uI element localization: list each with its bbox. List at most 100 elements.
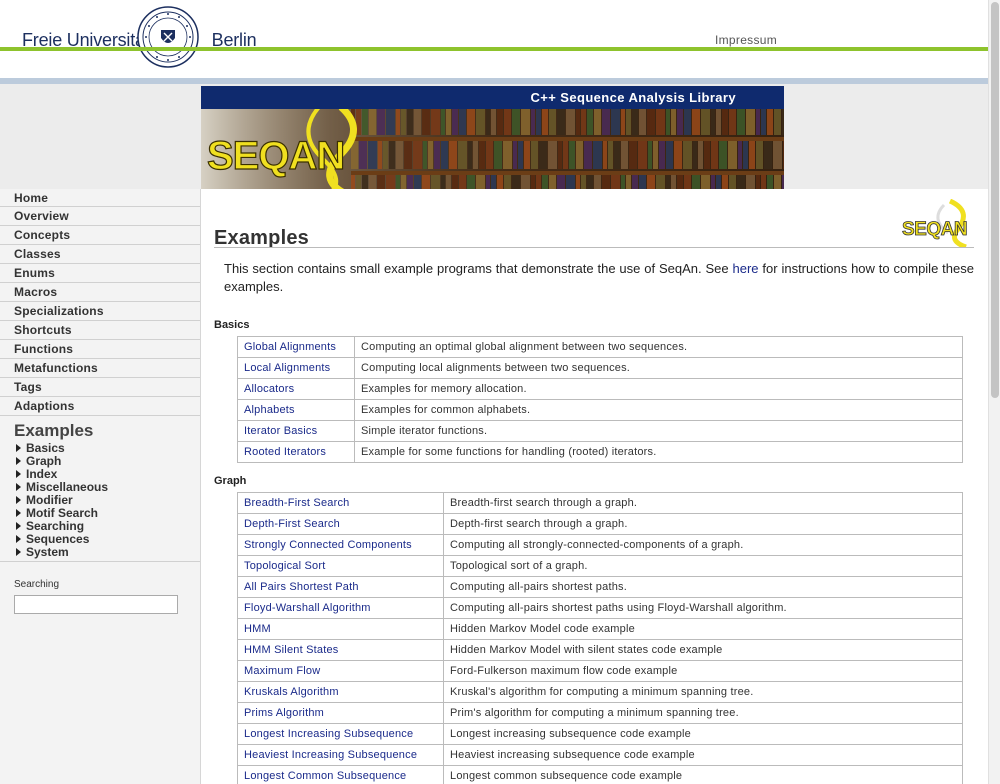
sidebar-item-specializations[interactable]: Specializations bbox=[0, 302, 200, 321]
book-spine bbox=[782, 173, 784, 189]
book-spine bbox=[536, 109, 541, 135]
sidebar-subitem-system[interactable]: System bbox=[0, 546, 200, 559]
example-name-cell: Iterator Basics bbox=[237, 420, 355, 442]
example-link[interactable]: Rooted Iterators bbox=[244, 446, 326, 458]
example-description-cell: Computing all strongly-connected-compone… bbox=[443, 534, 963, 556]
compile-instructions-link[interactable]: here bbox=[733, 261, 759, 276]
book-spine bbox=[413, 139, 422, 169]
book-spine bbox=[729, 173, 736, 189]
sidebar-item-concepts[interactable]: Concepts bbox=[0, 226, 200, 245]
book-spine bbox=[362, 109, 368, 135]
table-row: Local Alignments Computing local alignmen… bbox=[237, 357, 963, 379]
table-row: Global Alignments Computing an optimal gl… bbox=[237, 336, 963, 358]
book-spine bbox=[473, 139, 478, 169]
table-row: Kruskals Algorithm Kruskal's algorithm fo… bbox=[237, 681, 963, 703]
table-row: Longest Increasing Subsequence Longest in… bbox=[237, 723, 963, 745]
example-link[interactable]: Depth-First Search bbox=[244, 518, 340, 530]
book-spine bbox=[368, 139, 377, 169]
sidebar-item-tags[interactable]: Tags bbox=[0, 378, 200, 397]
sidebar-item-adaptions[interactable]: Adaptions bbox=[0, 397, 200, 416]
impressum-link[interactable]: Impressum bbox=[715, 33, 777, 47]
example-name-cell: Longest Increasing Subsequence bbox=[237, 723, 444, 745]
example-link[interactable]: Heaviest Increasing Subsequence bbox=[244, 749, 417, 761]
example-link[interactable]: Global Alignments bbox=[244, 341, 336, 353]
book-spine bbox=[513, 139, 517, 169]
book-spine bbox=[773, 139, 782, 169]
example-link[interactable]: Local Alignments bbox=[244, 362, 330, 374]
sidebar-item-classes[interactable]: Classes bbox=[0, 245, 200, 264]
example-name-cell: Floyd-Warshall Algorithm bbox=[237, 597, 444, 619]
book-spine bbox=[666, 139, 673, 169]
book-spine bbox=[531, 109, 535, 135]
example-name-cell: Kruskals Algorithm bbox=[237, 681, 444, 703]
book-spine bbox=[602, 109, 610, 135]
example-link[interactable]: Longest Increasing Subsequence bbox=[244, 728, 413, 740]
book-spine bbox=[539, 139, 547, 169]
example-description-cell: Computing all-pairs shortest paths using… bbox=[443, 597, 963, 619]
table-row: Prims Algorithm Prim's algorithm for comp… bbox=[237, 702, 963, 724]
book-spine bbox=[594, 109, 601, 135]
vertical-scrollbar[interactable] bbox=[988, 0, 1000, 784]
book-spine bbox=[743, 139, 748, 169]
sidebar-item-metafunctions[interactable]: Metafunctions bbox=[0, 359, 200, 378]
book-spine bbox=[531, 139, 538, 169]
book-spine bbox=[434, 139, 440, 169]
book-spine bbox=[716, 109, 721, 135]
example-link[interactable]: All Pairs Shortest Path bbox=[244, 581, 359, 593]
example-description-cell: Topological sort of a graph. bbox=[443, 555, 963, 577]
table-row: Breadth-First Search Breadth-first search… bbox=[237, 492, 963, 514]
example-link[interactable]: Maximum Flow bbox=[244, 665, 320, 677]
sidebar-subitem-label: Basics bbox=[26, 441, 65, 455]
book-spine bbox=[452, 109, 458, 135]
book-spine bbox=[693, 139, 697, 169]
example-description-cell: Longest increasing subsequence code exam… bbox=[443, 723, 963, 745]
example-link[interactable]: Alphabets bbox=[244, 404, 295, 416]
example-link[interactable]: HMM bbox=[244, 623, 271, 635]
sidebar-item-home[interactable]: Home bbox=[0, 189, 200, 207]
book-spine bbox=[521, 109, 530, 135]
book-spine bbox=[722, 173, 728, 189]
sidebar-item-shortcuts[interactable]: Shortcuts bbox=[0, 321, 200, 340]
example-link[interactable]: Allocators bbox=[244, 383, 294, 395]
sidebar-item-overview[interactable]: Overview bbox=[0, 207, 200, 226]
example-link[interactable]: Strongly Connected Components bbox=[244, 539, 412, 551]
triangle-right-icon bbox=[16, 509, 21, 517]
sidebar-subitem-label: Miscellaneous bbox=[26, 480, 109, 494]
sidebar-subitem-label: System bbox=[26, 545, 69, 559]
example-link[interactable]: Kruskals Algorithm bbox=[244, 686, 339, 698]
intro-paragraph: This section contains small example prog… bbox=[224, 260, 974, 296]
book-spine bbox=[749, 139, 755, 169]
example-link[interactable]: Prims Algorithm bbox=[244, 707, 324, 719]
sidebar-subitem-label: Sequences bbox=[26, 532, 90, 546]
book-spine bbox=[422, 109, 430, 135]
example-link[interactable]: Breadth-First Search bbox=[244, 497, 349, 509]
example-link[interactable]: Longest Common Subsequence bbox=[244, 770, 406, 782]
book-spine bbox=[396, 139, 403, 169]
book-spine bbox=[774, 173, 781, 189]
example-link[interactable]: Iterator Basics bbox=[244, 425, 317, 437]
example-link[interactable]: Topological Sort bbox=[244, 560, 325, 572]
triangle-right-icon bbox=[16, 548, 21, 556]
table-row: Rooted Iterators Example for some functio… bbox=[237, 441, 963, 463]
scrollbar-thumb[interactable] bbox=[991, 2, 999, 398]
book-spine bbox=[351, 173, 355, 189]
sidebar-current-section[interactable]: Examples bbox=[0, 416, 200, 442]
book-spine bbox=[449, 139, 457, 169]
book-spine bbox=[459, 173, 466, 189]
book-spine bbox=[356, 173, 361, 189]
book-spine bbox=[414, 109, 421, 135]
book-spine bbox=[362, 173, 368, 189]
triangle-right-icon bbox=[16, 470, 21, 478]
search-input[interactable] bbox=[14, 595, 178, 614]
book-spine bbox=[441, 139, 448, 169]
banner-title: C++ Sequence Analysis Library bbox=[530, 90, 736, 105]
example-name-cell: Rooted Iterators bbox=[237, 441, 355, 463]
sidebar-item-enums[interactable]: Enums bbox=[0, 264, 200, 283]
sidebar-item-functions[interactable]: Functions bbox=[0, 340, 200, 359]
example-link[interactable]: HMM Silent States bbox=[244, 644, 338, 656]
example-description-cell: Computing local alignments between two s… bbox=[354, 357, 963, 379]
book-spine bbox=[386, 173, 395, 189]
example-link[interactable]: Floyd-Warshall Algorithm bbox=[244, 602, 371, 614]
sidebar-item-macros[interactable]: Macros bbox=[0, 283, 200, 302]
book-spine bbox=[608, 139, 613, 169]
